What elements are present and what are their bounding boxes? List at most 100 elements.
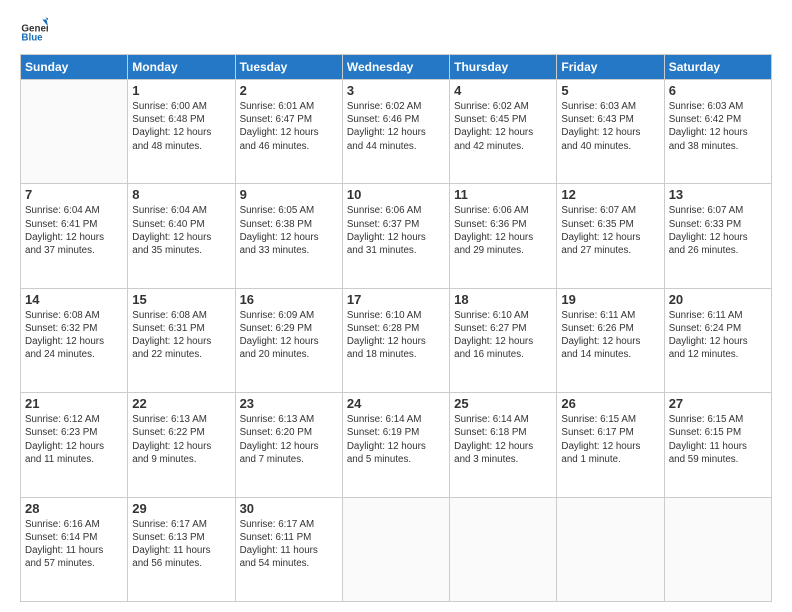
day-info: Sunrise: 6:07 AM Sunset: 6:35 PM Dayligh… [561, 204, 659, 257]
day-number: 26 [561, 396, 659, 411]
day-info: Sunrise: 6:02 AM Sunset: 6:46 PM Dayligh… [347, 100, 445, 153]
day-number: 2 [240, 83, 338, 98]
calendar-cell: 8 Sunrise: 6:04 AM Sunset: 6:40 PM Daylig… [128, 184, 235, 288]
calendar-cell: 7 Sunrise: 6:04 AM Sunset: 6:41 PM Daylig… [21, 184, 128, 288]
day-info: Sunrise: 6:00 AM Sunset: 6:48 PM Dayligh… [132, 100, 230, 153]
calendar-cell: 5 Sunrise: 6:03 AM Sunset: 6:43 PM Daylig… [557, 80, 664, 184]
calendar-cell: 13Sunrise: 6:07 AM Sunset: 6:33 PM Dayli… [664, 184, 771, 288]
calendar-week-row: 21 Sunrise: 6:12 AM Sunset: 6:23 PM Dayli… [21, 393, 772, 497]
day-info: Sunrise: 6:01 AM Sunset: 6:47 PM Dayligh… [240, 100, 338, 153]
day-number: 10 [347, 187, 445, 202]
calendar-cell: 3 Sunrise: 6:02 AM Sunset: 6:46 PM Daylig… [342, 80, 449, 184]
day-number: 17 [347, 292, 445, 307]
weekday-header: Wednesday [342, 55, 449, 80]
calendar-week-row: 7 Sunrise: 6:04 AM Sunset: 6:41 PM Daylig… [21, 184, 772, 288]
svg-text:Blue: Blue [21, 33, 43, 44]
calendar-cell: 28 Sunrise: 6:16 AM Sunset: 6:14 PM Dayli… [21, 497, 128, 601]
calendar-cell: 18Sunrise: 6:10 AM Sunset: 6:27 PM Dayli… [450, 288, 557, 392]
day-number: 27 [669, 396, 767, 411]
calendar-cell: 10 Sunrise: 6:06 AM Sunset: 6:37 PM Dayli… [342, 184, 449, 288]
calendar-week-row: 14 Sunrise: 6:08 AM Sunset: 6:32 PM Dayli… [21, 288, 772, 392]
day-info: Sunrise: 6:06 AM Sunset: 6:37 PM Dayligh… [347, 204, 445, 257]
day-number: 3 [347, 83, 445, 98]
day-number: 9 [240, 187, 338, 202]
day-number: 29 [132, 501, 230, 516]
day-info: Sunrise: 6:04 AM Sunset: 6:41 PM Dayligh… [25, 204, 123, 257]
calendar-week-row: 28 Sunrise: 6:16 AM Sunset: 6:14 PM Dayli… [21, 497, 772, 601]
calendar-cell: 17 Sunrise: 6:10 AM Sunset: 6:28 PM Dayli… [342, 288, 449, 392]
day-number: 8 [132, 187, 230, 202]
day-number: 11 [454, 187, 552, 202]
day-info: Sunrise: 6:03 AM Sunset: 6:42 PM Dayligh… [669, 100, 767, 153]
day-info: Sunrise: 6:16 AM Sunset: 6:14 PM Dayligh… [25, 518, 123, 571]
calendar-cell: 21 Sunrise: 6:12 AM Sunset: 6:23 PM Dayli… [21, 393, 128, 497]
calendar-header-row: SundayMondayTuesdayWednesdayThursdayFrid… [21, 55, 772, 80]
day-number: 4 [454, 83, 552, 98]
calendar-cell: 12 Sunrise: 6:07 AM Sunset: 6:35 PM Dayli… [557, 184, 664, 288]
weekday-header: Thursday [450, 55, 557, 80]
calendar-cell: 6 Sunrise: 6:03 AM Sunset: 6:42 PM Daylig… [664, 80, 771, 184]
calendar-cell: 27Sunrise: 6:15 AM Sunset: 6:15 PM Dayli… [664, 393, 771, 497]
calendar-cell: 25 Sunrise: 6:14 AM Sunset: 6:18 PM Dayli… [450, 393, 557, 497]
weekday-header: Monday [128, 55, 235, 80]
day-info: Sunrise: 6:15 AM Sunset: 6:17 PM Dayligh… [561, 413, 659, 466]
weekday-header: Saturday [664, 55, 771, 80]
calendar-table: SundayMondayTuesdayWednesdayThursdayFrid… [20, 54, 772, 602]
day-number: 25 [454, 396, 552, 411]
day-info: Sunrise: 6:10 AM Sunset: 6:27 PM Dayligh… [454, 309, 552, 362]
calendar-cell [450, 497, 557, 601]
calendar-cell [342, 497, 449, 601]
calendar-week-row: 1 Sunrise: 6:00 AM Sunset: 6:48 PM Daylig… [21, 80, 772, 184]
logo-icon: General Blue [20, 16, 48, 44]
calendar-cell: 22Sunrise: 6:13 AM Sunset: 6:22 PM Dayli… [128, 393, 235, 497]
calendar-cell: 30 Sunrise: 6:17 AM Sunset: 6:11 PM Dayli… [235, 497, 342, 601]
day-number: 22 [132, 396, 230, 411]
day-info: Sunrise: 6:13 AM Sunset: 6:20 PM Dayligh… [240, 413, 338, 466]
calendar-cell [557, 497, 664, 601]
calendar-cell [664, 497, 771, 601]
day-info: Sunrise: 6:17 AM Sunset: 6:13 PM Dayligh… [132, 518, 230, 571]
calendar-cell: 14 Sunrise: 6:08 AM Sunset: 6:32 PM Dayli… [21, 288, 128, 392]
day-info: Sunrise: 6:03 AM Sunset: 6:43 PM Dayligh… [561, 100, 659, 153]
day-info: Sunrise: 6:04 AM Sunset: 6:40 PM Dayligh… [132, 204, 230, 257]
calendar-cell [21, 80, 128, 184]
day-info: Sunrise: 6:07 AM Sunset: 6:33 PM Dayligh… [669, 204, 767, 257]
calendar-cell: 16Sunrise: 6:09 AM Sunset: 6:29 PM Dayli… [235, 288, 342, 392]
calendar-cell: 29 Sunrise: 6:17 AM Sunset: 6:13 PM Dayli… [128, 497, 235, 601]
day-number: 5 [561, 83, 659, 98]
logo: General Blue [20, 16, 52, 44]
day-info: Sunrise: 6:05 AM Sunset: 6:38 PM Dayligh… [240, 204, 338, 257]
calendar-cell: 19 Sunrise: 6:11 AM Sunset: 6:26 PM Dayli… [557, 288, 664, 392]
day-number: 14 [25, 292, 123, 307]
day-number: 24 [347, 396, 445, 411]
calendar-cell: 24 Sunrise: 6:14 AM Sunset: 6:19 PM Dayli… [342, 393, 449, 497]
day-number: 1 [132, 83, 230, 98]
day-info: Sunrise: 6:08 AM Sunset: 6:32 PM Dayligh… [25, 309, 123, 362]
calendar-cell: 20 Sunrise: 6:11 AM Sunset: 6:24 PM Dayli… [664, 288, 771, 392]
day-info: Sunrise: 6:17 AM Sunset: 6:11 PM Dayligh… [240, 518, 338, 571]
weekday-header: Tuesday [235, 55, 342, 80]
day-number: 20 [669, 292, 767, 307]
day-number: 19 [561, 292, 659, 307]
day-info: Sunrise: 6:12 AM Sunset: 6:23 PM Dayligh… [25, 413, 123, 466]
day-info: Sunrise: 6:11 AM Sunset: 6:24 PM Dayligh… [669, 309, 767, 362]
calendar-cell: 9 Sunrise: 6:05 AM Sunset: 6:38 PM Daylig… [235, 184, 342, 288]
calendar-cell: 4Sunrise: 6:02 AM Sunset: 6:45 PM Daylig… [450, 80, 557, 184]
day-number: 7 [25, 187, 123, 202]
day-number: 28 [25, 501, 123, 516]
calendar-cell: 15Sunrise: 6:08 AM Sunset: 6:31 PM Dayli… [128, 288, 235, 392]
day-number: 21 [25, 396, 123, 411]
day-number: 16 [240, 292, 338, 307]
calendar-cell: 11Sunrise: 6:06 AM Sunset: 6:36 PM Dayli… [450, 184, 557, 288]
day-number: 12 [561, 187, 659, 202]
day-info: Sunrise: 6:10 AM Sunset: 6:28 PM Dayligh… [347, 309, 445, 362]
day-info: Sunrise: 6:14 AM Sunset: 6:19 PM Dayligh… [347, 413, 445, 466]
day-info: Sunrise: 6:14 AM Sunset: 6:18 PM Dayligh… [454, 413, 552, 466]
day-number: 30 [240, 501, 338, 516]
day-info: Sunrise: 6:11 AM Sunset: 6:26 PM Dayligh… [561, 309, 659, 362]
day-number: 23 [240, 396, 338, 411]
weekday-header: Friday [557, 55, 664, 80]
day-info: Sunrise: 6:08 AM Sunset: 6:31 PM Dayligh… [132, 309, 230, 362]
day-number: 6 [669, 83, 767, 98]
calendar-cell: 26 Sunrise: 6:15 AM Sunset: 6:17 PM Dayli… [557, 393, 664, 497]
